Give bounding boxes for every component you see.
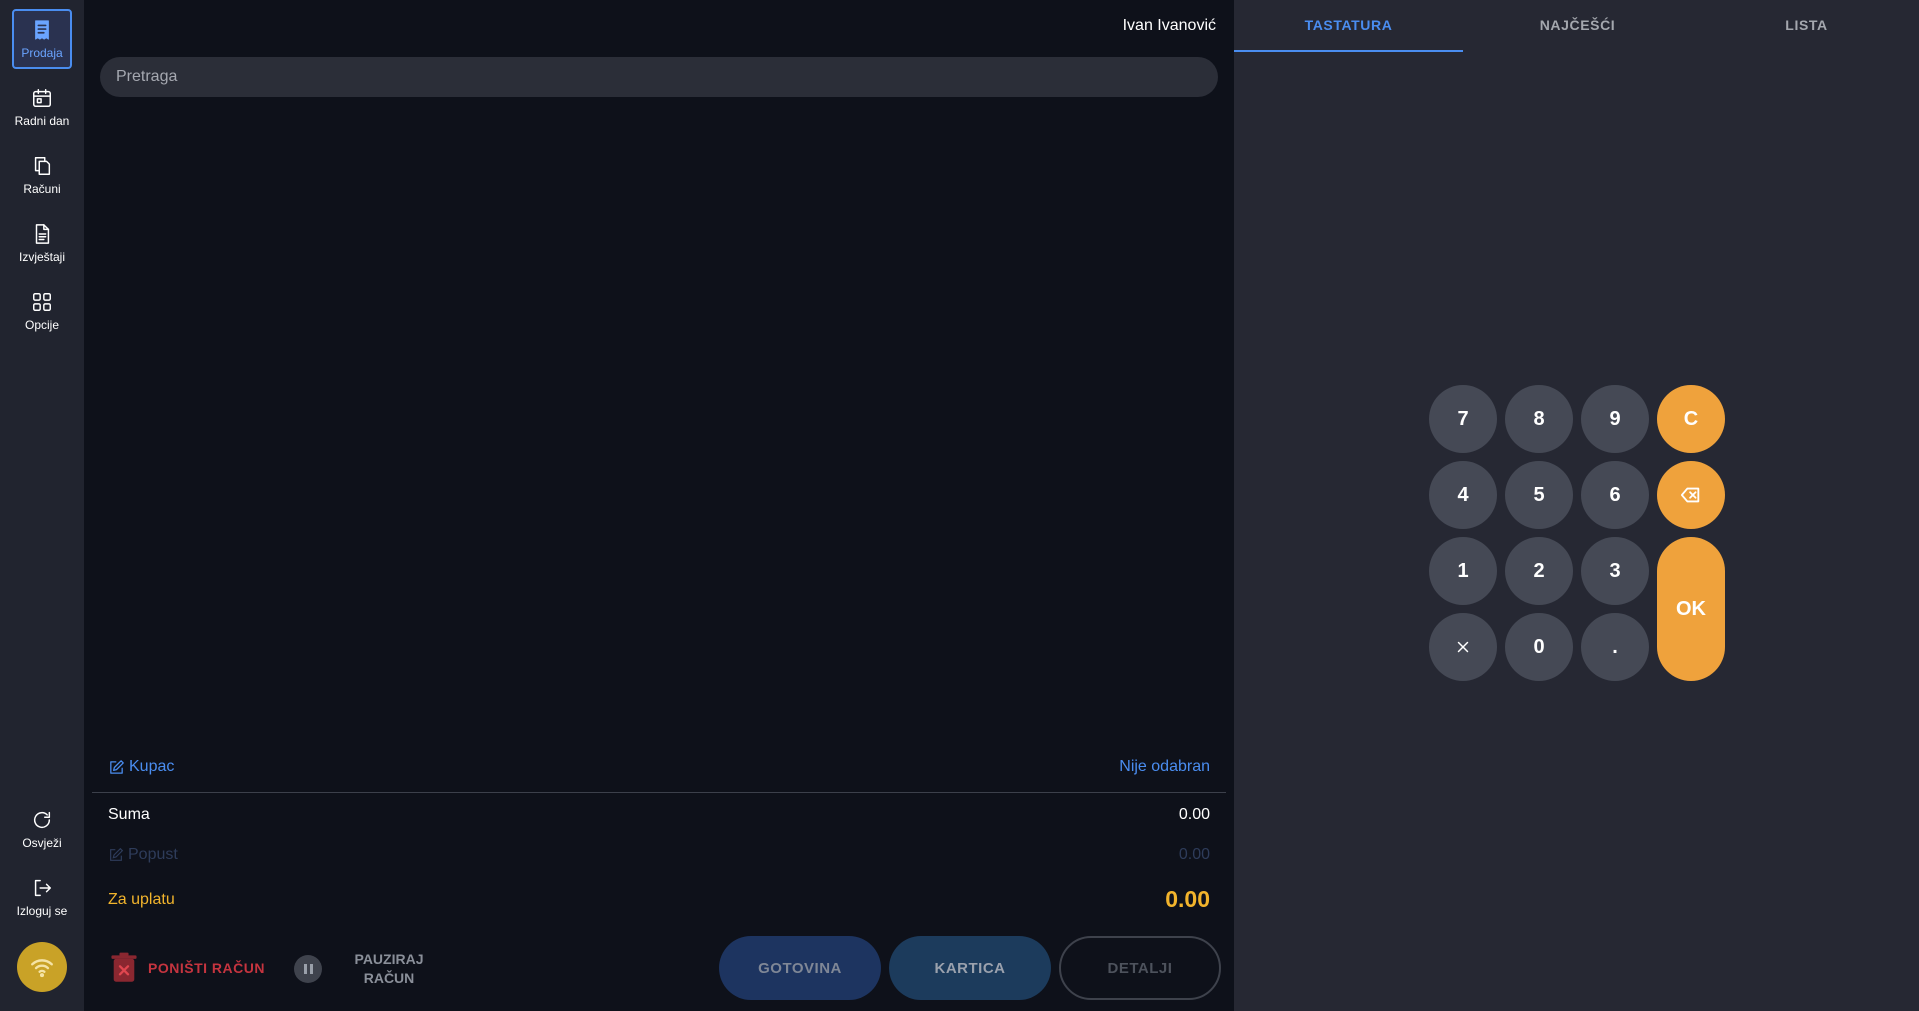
cash-payment-button[interactable]: GOTOVINA bbox=[719, 936, 881, 1000]
to-pay-label: Za uplatu bbox=[108, 890, 175, 908]
tab-lista[interactable]: LISTA bbox=[1692, 0, 1919, 50]
sidebar-item-radni-dan[interactable]: Radni dan bbox=[12, 77, 72, 137]
pause-label-line1: PAUZIRAJ bbox=[354, 951, 424, 967]
to-pay-value: 0.00 bbox=[1165, 886, 1210, 912]
sidebar-item-osvjezi[interactable]: Osvježi bbox=[12, 799, 72, 859]
search-input[interactable] bbox=[100, 57, 1218, 97]
sum-row: Suma 0.00 bbox=[108, 806, 1210, 824]
key-1[interactable]: 1 bbox=[1429, 537, 1497, 605]
key-5[interactable]: 5 bbox=[1505, 461, 1573, 529]
main-panel: Ivan Ivanović Kupac Nije odabran Suma 0.… bbox=[84, 0, 1234, 1011]
sidebar-item-label: Osvježi bbox=[22, 835, 62, 850]
sidebar-item-label: Izvještaji bbox=[18, 249, 65, 264]
pause-icon bbox=[294, 955, 322, 983]
customer-label: Kupac bbox=[129, 758, 175, 775]
sum-label: Suma bbox=[108, 806, 150, 823]
cancel-receipt-button[interactable]: PONIŠTI RAČUN bbox=[110, 952, 265, 984]
key-7[interactable]: 7 bbox=[1429, 385, 1497, 453]
multiply-key[interactable] bbox=[1429, 613, 1497, 681]
customer-selector[interactable]: Kupac bbox=[108, 758, 174, 776]
sidebar-item-izloguj-se[interactable]: Izloguj se bbox=[12, 867, 72, 927]
calendar-icon bbox=[33, 88, 51, 107]
sidebar-item-label: Računi bbox=[23, 181, 61, 196]
sidebar-item-racuni[interactable]: Računi bbox=[12, 145, 72, 205]
to-pay-row: Za uplatu 0.00 bbox=[108, 886, 1210, 913]
divider bbox=[92, 792, 1226, 793]
logout-icon bbox=[34, 879, 51, 896]
discount-selector: Popust bbox=[108, 846, 178, 864]
key-6[interactable]: 6 bbox=[1581, 461, 1649, 529]
edit-icon bbox=[110, 847, 124, 861]
tab-najcesci[interactable]: NAJČEŠĆI bbox=[1463, 0, 1692, 50]
key-2[interactable]: 2 bbox=[1505, 537, 1573, 605]
sidebar: Prodaja Radni dan Računi Izvještaji Opci… bbox=[0, 0, 84, 1011]
refresh-icon bbox=[33, 811, 51, 828]
grid-icon bbox=[33, 292, 51, 311]
sidebar-item-label: Izloguj se bbox=[16, 903, 68, 918]
copy-documents-icon bbox=[34, 156, 51, 175]
customer-value[interactable]: Nije odabran bbox=[1119, 758, 1210, 776]
sidebar-item-label: Prodaja bbox=[21, 45, 63, 60]
customer-row[interactable]: Kupac Nije odabran bbox=[108, 758, 1210, 776]
details-button[interactable]: DETALJI bbox=[1059, 936, 1221, 1000]
tab-bar: TASTATURA NAJČEŠĆI LISTA bbox=[1234, 0, 1919, 53]
key-8[interactable]: 8 bbox=[1505, 385, 1573, 453]
pause-receipt-button[interactable]: PAUZIRAJ RAČUN bbox=[294, 950, 434, 988]
edit-icon bbox=[110, 759, 124, 774]
sidebar-item-prodaja[interactable]: Prodaja bbox=[12, 9, 72, 69]
sum-value: 0.00 bbox=[1178, 806, 1210, 823]
wifi-icon bbox=[31, 959, 53, 978]
pause-label-line2: RAČUN bbox=[363, 970, 415, 986]
keypad-panel: TASTATURA NAJČEŠĆI LISTA 7 8 9 C 4 5 6 1… bbox=[1234, 0, 1919, 1011]
sidebar-item-label: Radni dan bbox=[14, 113, 70, 128]
key-4[interactable]: 4 bbox=[1429, 461, 1497, 529]
user-name: Ivan Ivanović bbox=[1122, 17, 1216, 34]
backspace-key[interactable] bbox=[1657, 461, 1725, 529]
trash-icon bbox=[111, 952, 137, 982]
card-payment-button[interactable]: KARTICA bbox=[889, 936, 1051, 1000]
discount-row: Popust 0.00 bbox=[108, 846, 1210, 864]
discount-value: 0.00 bbox=[1178, 846, 1210, 863]
sidebar-item-opcije[interactable]: Opcije bbox=[12, 281, 72, 341]
receipt-icon bbox=[35, 19, 49, 40]
ok-key[interactable]: OK bbox=[1657, 537, 1725, 681]
decimal-point-key[interactable]: . bbox=[1581, 613, 1649, 681]
backspace-icon bbox=[1680, 487, 1700, 503]
discount-label: Popust bbox=[128, 846, 178, 863]
sidebar-item-label: Opcije bbox=[24, 317, 59, 332]
key-0[interactable]: 0 bbox=[1505, 613, 1573, 681]
sidebar-item-izvjestaji[interactable]: Izvještaji bbox=[12, 213, 72, 273]
tab-tastatura[interactable]: TASTATURA bbox=[1234, 0, 1463, 52]
pause-receipt-label: PAUZIRAJ RAČUN bbox=[344, 950, 434, 988]
multiply-icon bbox=[1457, 641, 1469, 653]
clear-key[interactable]: C bbox=[1657, 385, 1725, 453]
cancel-receipt-label: PONIŠTI RAČUN bbox=[148, 960, 265, 976]
key-3[interactable]: 3 bbox=[1581, 537, 1649, 605]
report-document-icon bbox=[35, 223, 50, 244]
connection-status-button[interactable] bbox=[17, 942, 67, 992]
key-9[interactable]: 9 bbox=[1581, 385, 1649, 453]
